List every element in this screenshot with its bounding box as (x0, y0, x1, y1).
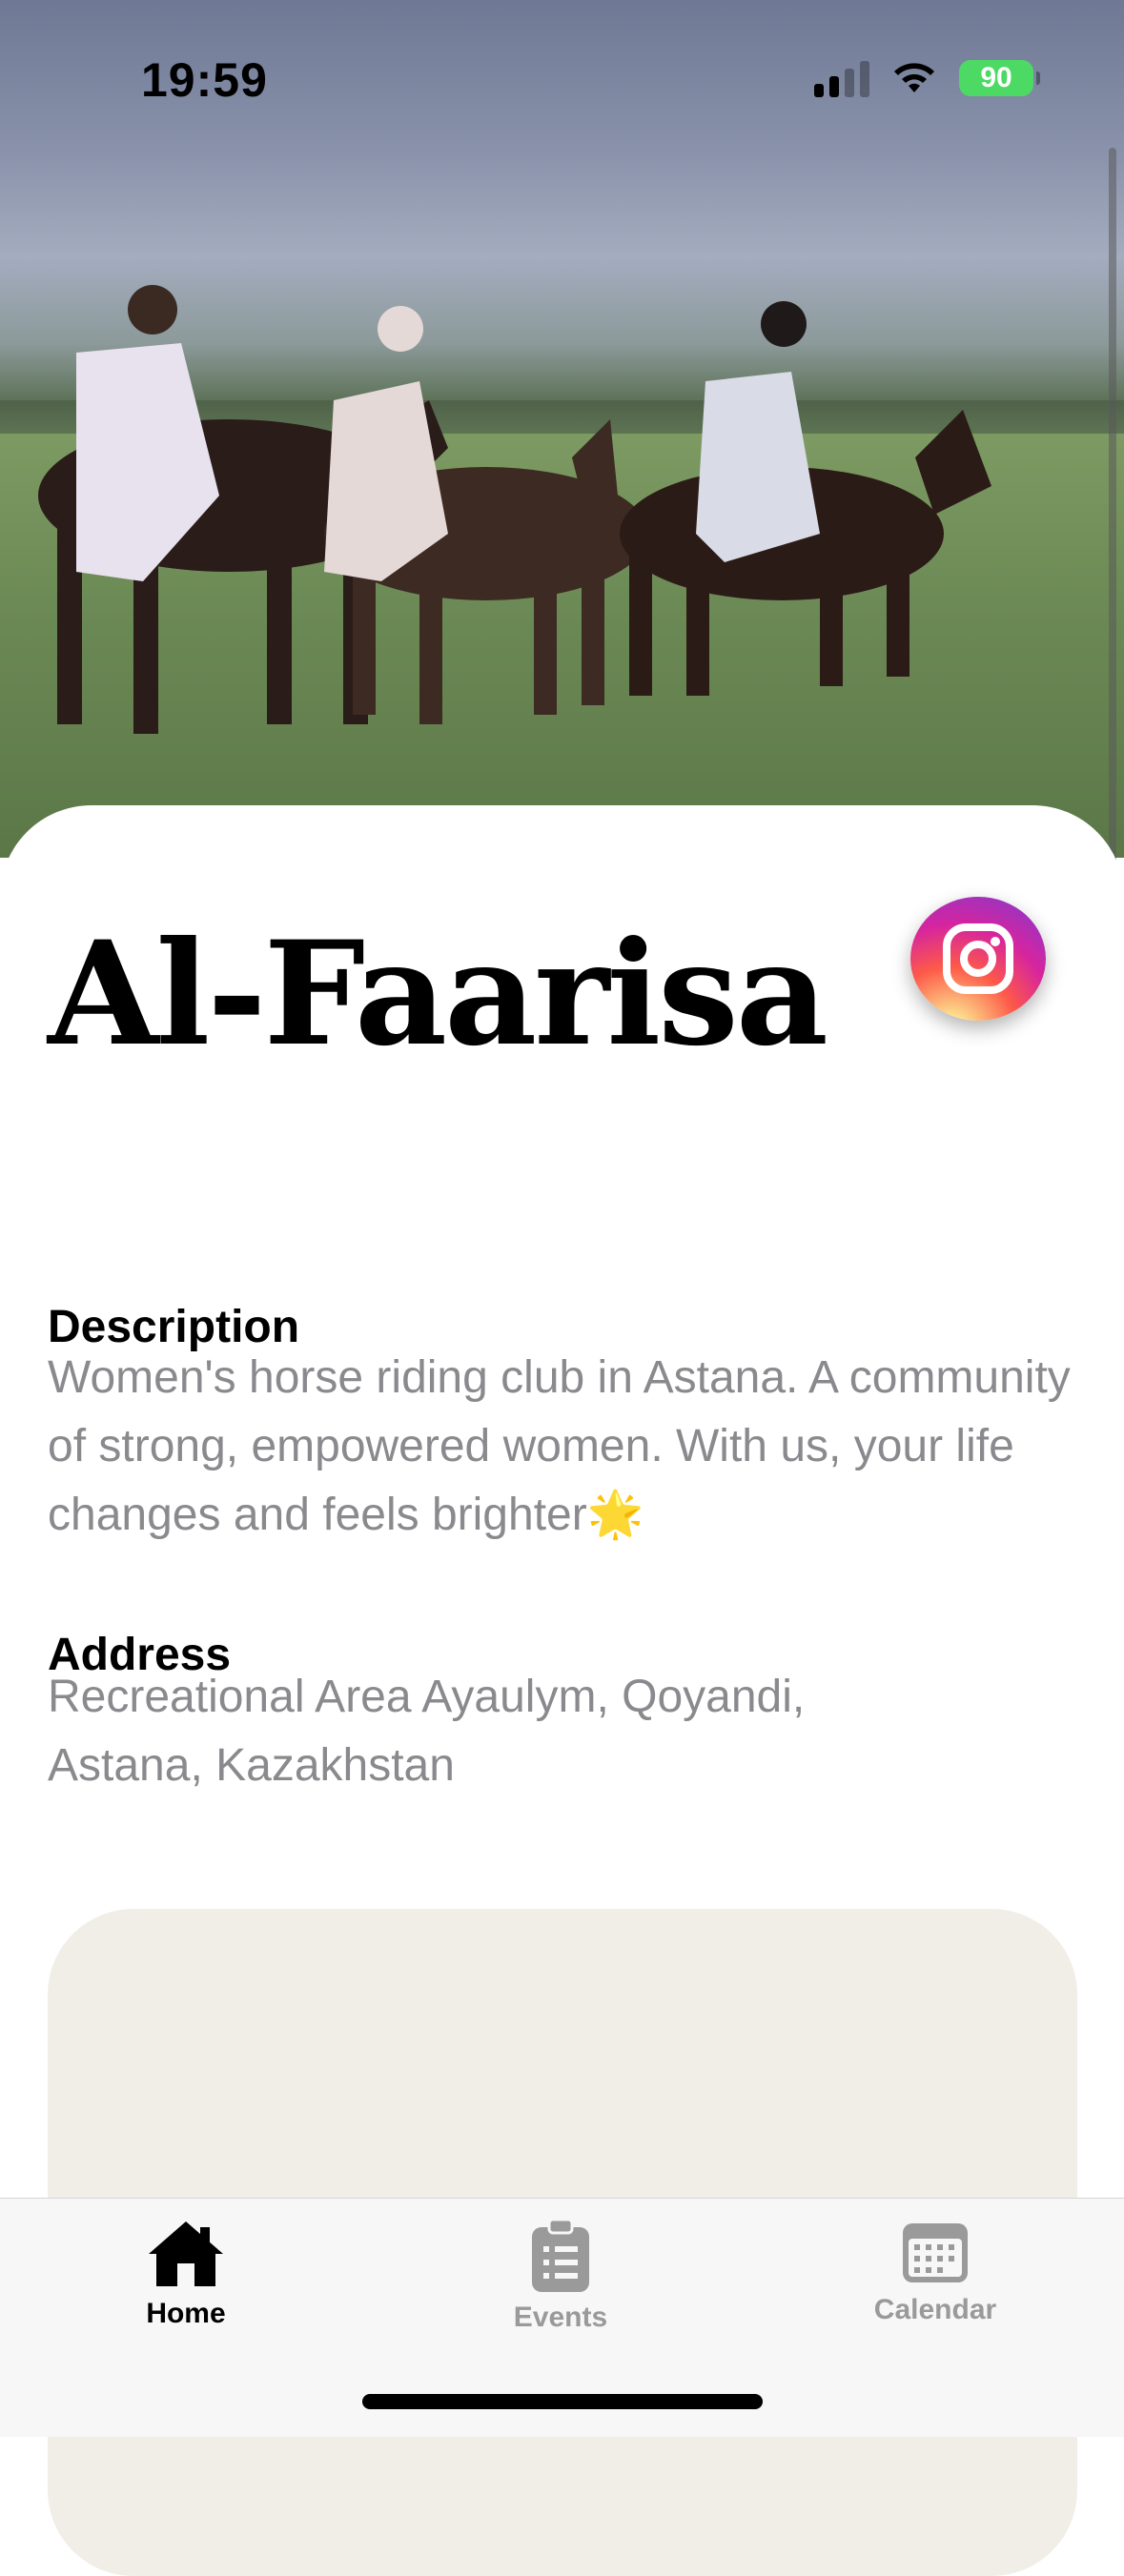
description-text: Women's horse riding club in Astana. A c… (48, 1352, 1071, 1540)
tab-calendar-label: Calendar (873, 2294, 997, 2325)
tab-events[interactable]: Events (437, 2218, 685, 2334)
home-indicator[interactable] (362, 2394, 763, 2409)
battery-icon: 90 (959, 60, 1040, 96)
clipboard-list-icon (532, 2218, 589, 2292)
wifi-icon (894, 63, 934, 92)
home-icon (149, 2221, 223, 2286)
cellular-signal-icon (814, 59, 869, 97)
battery-level: 90 (980, 62, 1012, 93)
tab-events-label: Events (513, 2302, 608, 2333)
tab-home[interactable]: Home (62, 2218, 310, 2330)
instagram-icon (943, 923, 1013, 994)
tab-home-label: Home (146, 2298, 226, 2329)
tab-calendar[interactable]: Calendar (811, 2218, 1059, 2326)
status-bar: 19:59 90 (0, 0, 1124, 143)
status-time: 19:59 (141, 53, 268, 107)
address-text: Recreational Area Ayaulym, Qoyandi, Asta… (48, 1672, 806, 1791)
status-icons: 90 (814, 59, 1040, 97)
club-title: Al-Faarisa (48, 910, 828, 1078)
calendar-icon (903, 2223, 968, 2282)
club-details-card: Al-Faarisa Description Women's horse rid… (0, 805, 1124, 2576)
instagram-button[interactable] (910, 897, 1046, 1021)
